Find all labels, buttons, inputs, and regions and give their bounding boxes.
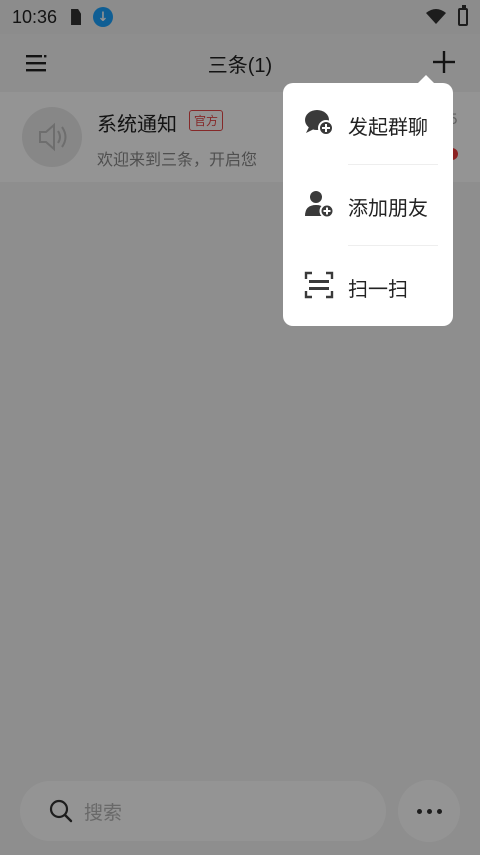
menu-item-start-group-chat[interactable]: 发起群聊 [283,83,453,164]
menu-item-label: 扫一扫 [348,277,408,301]
menu-item-add-friend[interactable]: 添加朋友 [283,164,453,245]
menu-item-label: 发起群聊 [348,115,428,139]
menu-item-label: 添加朋友 [348,196,428,220]
add-friend-icon [305,191,335,219]
scan-icon [304,271,334,299]
group-chat-add-icon [305,110,334,136]
menu-item-scan[interactable]: 扫一扫 [283,245,453,326]
popup-menu: 发起群聊 添加朋友 扫一扫 [283,75,453,326]
